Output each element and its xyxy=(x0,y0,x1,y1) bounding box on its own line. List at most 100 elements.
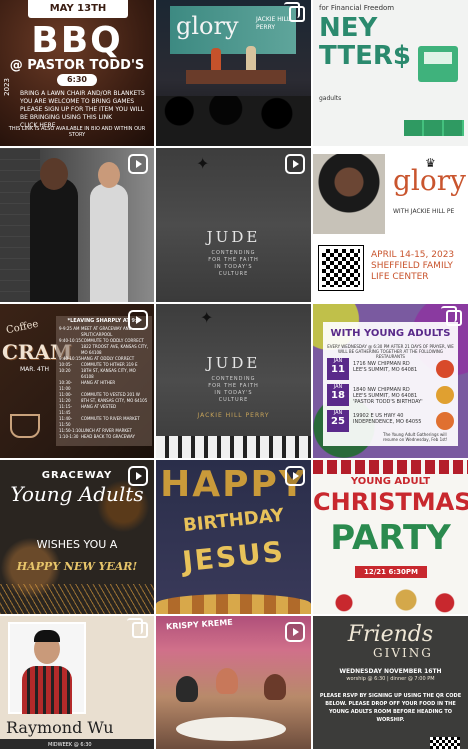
post-glory-event[interactable]: ♛ glory WITH JACKIE HILL PE APRIL 14-15,… xyxy=(313,148,468,302)
prayer-panel: WITH YOUNG ADULTS EVERY WEDNESDAY @ 6:30… xyxy=(323,322,458,446)
cram-date: MAR. 4TH xyxy=(20,366,50,373)
event-address: 19902 E US HWY 40 INDEPENDENCE, MO 64055 xyxy=(353,413,421,425)
friendsgiving-date: WEDNESDAY NOVEMBER 16TH xyxy=(339,668,442,675)
post-friendsgiving[interactable]: Friends GIVING WEDNESDAY NOVEMBER 16TH w… xyxy=(313,616,468,749)
post-restaurant-photo[interactable]: KRISPY KREME xyxy=(156,616,311,749)
cash-register-icon xyxy=(418,46,458,82)
glory-date-line: APRIL 14-15, 2023 xyxy=(371,250,455,260)
post-women-photo[interactable] xyxy=(0,148,154,302)
coffee-cup-icon xyxy=(10,414,40,438)
glory-with: WITH JACKIE HILL PE xyxy=(393,208,455,215)
person-head xyxy=(98,162,120,188)
event-date: JAN 11 xyxy=(327,358,349,380)
money-handle: gadults xyxy=(319,95,342,102)
post-raymond[interactable]: Raymond Wu MIDWEEK @ 6:30 xyxy=(0,616,154,749)
post-glory-stage[interactable]: glory JACKIE HILL PERRY xyxy=(156,0,311,146)
schedule-text: COMMUTE TO HITHER 319 E 18TH ST, KANSAS … xyxy=(81,362,138,379)
money-subtitle: for Financial Freedom xyxy=(319,4,395,12)
decoration-strip xyxy=(156,594,311,614)
restaurant-logo-icon xyxy=(436,412,454,430)
prayer-event: JAN 11 1716 NW CHIPMAN RD LEE'S SUMMIT, MO… xyxy=(327,358,454,382)
qr-code xyxy=(430,737,460,749)
money-title-line: TTER$ xyxy=(319,41,411,71)
prayer-intro: EVERY WEDNESDAY @ 6:30 PM AFTER 21 DAYS … xyxy=(327,344,454,359)
qr-code xyxy=(318,245,364,291)
glory-date: APRIL 14-15, 2023 SHEFFIELD FAMILY LIFE … xyxy=(371,250,454,283)
money-stack-icon xyxy=(404,120,464,136)
reel-icon xyxy=(128,154,148,174)
post-grid: MAY 13TH BBQ @ PASTOR TODD'S 6:30 2023 B… xyxy=(0,0,468,749)
christmas-ya: YOUNG ADULT xyxy=(350,476,431,487)
bbq-footer: THIS LINK IS ALSO AVAILABLE IN BIO AND W… xyxy=(8,126,146,138)
restaurant-sign: KRISPY KREME xyxy=(165,617,234,632)
post-christmas-party[interactable]: YOUNG ADULT CHRISTMAS PARTY 12/21 6:30PM xyxy=(313,460,468,614)
prayer-event: JAN 25 19902 E US HWY 40 INDEPENDENCE, MO … xyxy=(327,410,454,434)
cram-script: Coffee xyxy=(5,318,40,337)
christmas-title: CHRISTMAS xyxy=(313,488,468,516)
person-figure xyxy=(90,184,128,302)
restaurant-logo-icon xyxy=(436,360,454,378)
jude-subtitle: CONTENDING FOR THE FAITH IN TODAY'S CULT… xyxy=(208,376,259,403)
speaker-figure xyxy=(246,46,256,70)
glory-title: glory xyxy=(393,164,466,197)
event-date: JAN 18 xyxy=(327,384,349,406)
bbq-subtitle: @ PASTOR TODD'S xyxy=(9,58,145,73)
reel-icon xyxy=(285,466,305,486)
schedule-text: HANG AT HITHER xyxy=(81,380,116,385)
christmas-party: PARTY xyxy=(330,518,451,558)
person-hair xyxy=(34,630,60,642)
giving-title: GIVING xyxy=(373,646,433,660)
event-date: JAN 25 xyxy=(327,410,349,432)
ornament-strip xyxy=(313,460,468,474)
schedule-row: 11:00-11:20 COMMUTE TO VESTED 201 W 8TH S… xyxy=(59,392,149,404)
schedule-row: 10:05-10:20 COMMUTE TO HITHER 319 E 18TH … xyxy=(59,362,149,380)
event-day: 11 xyxy=(331,364,345,375)
schedule-text: COMMUTE TO VESTED 201 W 8TH ST, KANSAS C… xyxy=(81,392,148,403)
post-money-matters[interactable]: for Financial Freedom NEY TTER$ gadults xyxy=(313,0,468,146)
newyear-wishes: WISHES YOU A xyxy=(36,538,118,551)
stage-platform xyxy=(186,70,286,84)
event-address-line: 'PASTOR TODD'S BIRTHDAY' xyxy=(353,399,423,405)
schedule-time: 10:05-10:20 xyxy=(59,362,72,373)
event-day: 25 xyxy=(331,416,345,427)
person-body xyxy=(22,666,72,714)
post-birthday-jesus[interactable]: HAPPY BIRTHDAY JESUS xyxy=(156,460,311,614)
piano-keys xyxy=(156,436,311,458)
speaker-photo xyxy=(313,154,385,234)
sparkler-decoration xyxy=(0,584,154,614)
gifts-decoration xyxy=(313,586,468,614)
friends-title: Friends xyxy=(347,622,434,647)
money-title-line: NEY xyxy=(319,13,378,43)
post-jude-author[interactable]: ✦ JUDE CONTENDING FOR THE FAITH IN TODAY… xyxy=(156,304,311,458)
schedule-time: 11:00-11:20 xyxy=(59,392,72,403)
post-days-of-prayer[interactable]: WITH YOUNG ADULTS EVERY WEDNESDAY @ 6:30… xyxy=(313,304,468,458)
raymond-bar: MIDWEEK @ 6:30 xyxy=(0,739,154,749)
person-figure xyxy=(176,676,198,702)
prayer-event: JAN 18 1840 NW CHIPMAN RD LEE'S SUMMIT, MO… xyxy=(327,384,454,408)
post-coffee-cram[interactable]: Coffee CRAM MAR. 4TH *LEAVING SHARPLY AT… xyxy=(0,304,154,458)
schedule-time: 11:15-11:45 xyxy=(59,404,72,415)
bbq-bullet: BRING A LAWN CHAIR AND/OR BLANKETS xyxy=(20,90,145,97)
bbq-bullets: BRING A LAWN CHAIR AND/OR BLANKETS YOU A… xyxy=(20,90,146,130)
bird-icon: ✦ xyxy=(200,308,214,327)
jude-title: JUDE xyxy=(206,228,261,246)
cram-schedule: *LEAVING SHARPLY AT 9:3 9-9:25 AM MEET AT… xyxy=(56,316,152,446)
bbq-title: BBQ xyxy=(31,20,123,61)
schedule-time: 9:40-10:15 xyxy=(59,338,81,343)
schedule-row: 11:40-11:50 COMMUTE TO RIVER MARKET xyxy=(59,416,149,428)
schedule-time: 10:30-11:00 xyxy=(59,380,72,391)
post-new-year[interactable]: GRACEWAY Young Adults WISHES YOU A HAPPY… xyxy=(0,460,154,614)
event-address: 1840 NW CHIPMAN RD LEE'S SUMMIT, MO 64081… xyxy=(353,387,423,405)
reel-icon xyxy=(285,154,305,174)
reel-icon xyxy=(285,622,305,642)
dining-table xyxy=(176,717,286,741)
carousel-icon xyxy=(127,618,148,638)
post-bbq[interactable]: MAY 13TH BBQ @ PASTOR TODD'S 6:30 2023 B… xyxy=(0,0,154,146)
schedule-text: HEAD BACK TO GRACEWAY xyxy=(81,434,135,439)
post-jude[interactable]: ✦ JUDE CONTENDING FOR THE FAITH IN TODAY… xyxy=(156,148,311,302)
glory-date-line: LIFE CENTER xyxy=(371,272,429,282)
birthday-jesus: JESUS xyxy=(180,534,287,579)
stage-screen: glory JACKIE HILL PERRY xyxy=(170,6,296,54)
person-head xyxy=(40,158,68,190)
person-figure xyxy=(216,668,238,694)
